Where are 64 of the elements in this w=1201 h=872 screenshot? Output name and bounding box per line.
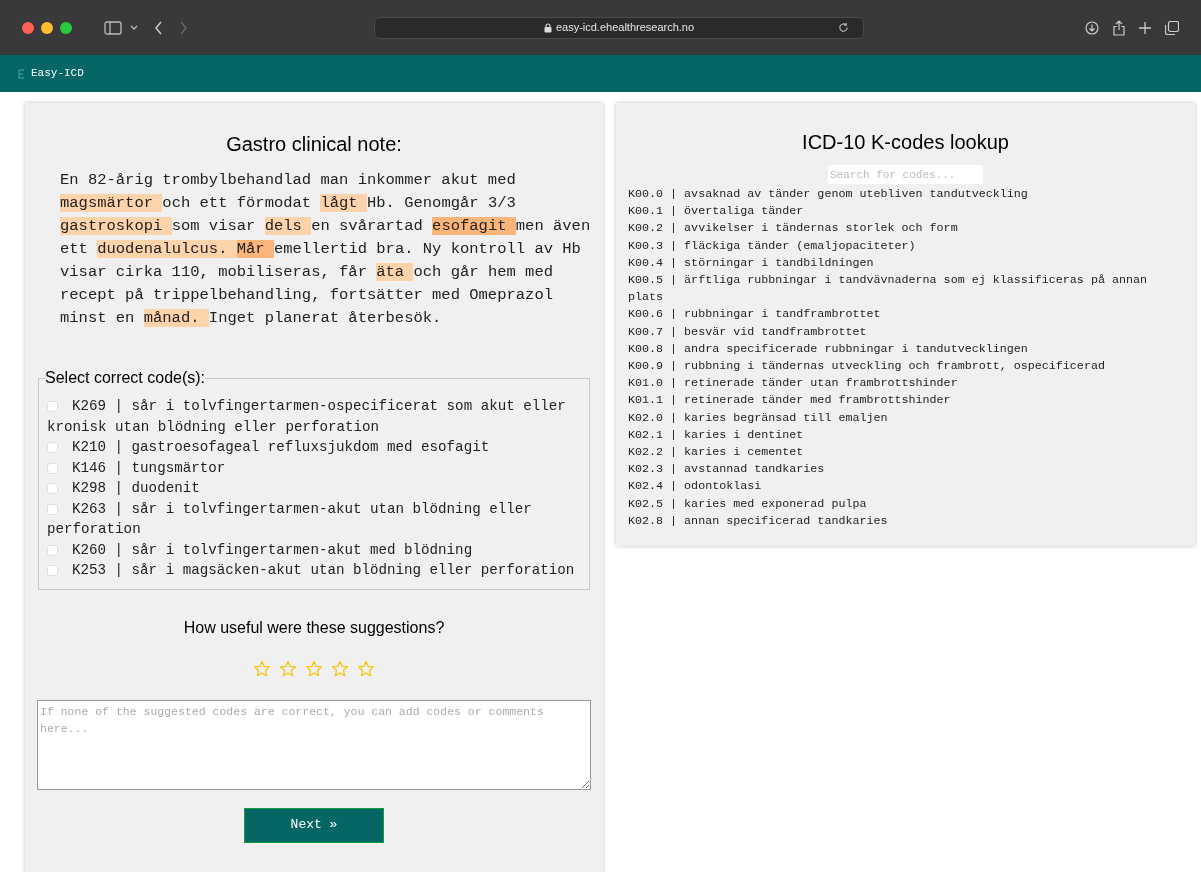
rating-prompt: How useful were these suggestions? bbox=[183, 617, 445, 638]
code-entry[interactable]: K00.5 | ärftliga rubbningar i tandvävnaderna som ej klassificeras på annan plats bbox=[628, 272, 1183, 307]
group-legend: Select correct code(s): bbox=[45, 366, 206, 390]
code-entry[interactable]: K02.0 | karies begränsad till emaljen bbox=[628, 409, 1183, 427]
plus-icon[interactable] bbox=[1139, 21, 1151, 34]
star-icon[interactable] bbox=[357, 659, 375, 678]
zoom-window-icon[interactable] bbox=[60, 21, 72, 34]
code-entry[interactable]: K00.1 | övertaliga tänder bbox=[628, 203, 1183, 221]
star-rating[interactable] bbox=[253, 659, 375, 678]
chevron-down-icon[interactable] bbox=[130, 24, 138, 31]
code-entry[interactable]: K00.6 | rubbningar i tandframbrottet bbox=[628, 306, 1183, 324]
share-icon[interactable] bbox=[1113, 19, 1125, 36]
code-entry[interactable]: K00.9 | rubbning i tändernas utveckling och frambrott, ospecificerad bbox=[628, 358, 1183, 376]
logo-icon bbox=[18, 68, 25, 79]
code-entry[interactable]: K00.3 | fläckiga tänder (emaljopaciteter) bbox=[628, 237, 1183, 255]
checkbox[interactable] bbox=[47, 401, 58, 412]
code-entry[interactable]: K02.3 | avstannad tandkaries bbox=[628, 461, 1183, 479]
code-option[interactable]: K146 | tungsmärtor bbox=[47, 457, 581, 478]
checkbox[interactable] bbox=[47, 544, 58, 556]
code-option[interactable]: K269 | sår i tolvfingertarmen-ospecificerat som akut eller kronisk utan blödning eller perforation bbox=[47, 396, 581, 437]
checkbox[interactable] bbox=[47, 483, 58, 494]
code-option[interactable]: K210 | gastroesofageal refluxsjukdom med esofagit bbox=[47, 437, 581, 458]
checkbox[interactable] bbox=[47, 503, 58, 515]
download-icon[interactable] bbox=[1085, 20, 1099, 35]
star-icon[interactable] bbox=[253, 659, 271, 678]
checkbox[interactable] bbox=[47, 565, 58, 576]
code-entry[interactable]: K02.4 | odontoklasi bbox=[628, 478, 1183, 496]
address-bar[interactable]: easy-icd.ehealthresearch.no bbox=[374, 16, 864, 39]
code-entry[interactable]: K02.1 | karies i dentinet bbox=[628, 426, 1183, 445]
code-entry[interactable]: K01.1 | retinerade tänder med frambrottshinder bbox=[628, 392, 1183, 410]
sidebar-icon[interactable] bbox=[104, 20, 122, 35]
code-option[interactable]: K253 | sår i magsäcken-akut utan blödning eller perforation bbox=[47, 560, 581, 581]
card-title: ICD-10 K-codes lookup bbox=[802, 130, 1009, 155]
code-entry[interactable]: K00.4 | störningar i tandbildningen bbox=[628, 254, 1183, 272]
code-entry[interactable]: K00.2 | avvikelser i tändernas storlek och form bbox=[628, 220, 1183, 238]
app-title: Easy-ICD bbox=[31, 66, 84, 82]
code-option[interactable]: K263 | sår i tolvfingertarmen-akut utan blödning eller perforation bbox=[47, 498, 581, 540]
lock-icon bbox=[543, 22, 552, 33]
comments-field[interactable]: If none of the suggested codes are correct, you can add codes or comments here... bbox=[37, 699, 591, 790]
star-icon[interactable] bbox=[279, 659, 297, 678]
code-entry[interactable]: K02.2 | karies i cementet bbox=[628, 444, 1183, 462]
code-entry[interactable]: K01.0 | retinerade tänder utan frambrottshinder bbox=[628, 375, 1183, 393]
minimize-window-icon[interactable] bbox=[41, 21, 53, 34]
code-option[interactable]: K298 | duodenit bbox=[47, 478, 581, 499]
star-icon[interactable] bbox=[305, 659, 323, 678]
url-text: easy-icd.ehealthresearch.no bbox=[555, 20, 695, 36]
checkbox[interactable] bbox=[47, 442, 58, 453]
search-field[interactable]: Search for codes... bbox=[828, 165, 983, 184]
close-window-icon[interactable] bbox=[22, 21, 34, 34]
code-option[interactable]: K260 | sår i tolvfingertarmen-akut med blödning bbox=[47, 539, 581, 560]
next-button[interactable]: Next » bbox=[244, 807, 384, 843]
clinical-note: En 82-årig trombylbehandlad man inkommer akut med magsmärtor och ett förmodat lågt Hb. Genomgår 3/3 gastroskopi som visar dels en svårartad esofagit men även ett duodenalulcus. Mår emellertid bra. Ny kontroll av Hb visar cirka 110, mobiliseras, får äta och går hem med recept på trippelbehandling, fortsätter med Omeprazol minst en månad. Inget planerat återbesök. bbox=[60, 170, 592, 329]
code-entry[interactable]: K00.7 | besvär vid tandframbrottet bbox=[628, 323, 1183, 341]
forward-icon[interactable] bbox=[179, 20, 188, 35]
code-entry[interactable]: K02.8 | annan specificerad tandkaries bbox=[628, 512, 1183, 531]
code-entry[interactable]: K02.5 | karies med exponerad pulpa bbox=[628, 495, 1183, 513]
code-entry[interactable]: K00.8 | andra specificerade rubbningar i tandutvecklingen bbox=[628, 340, 1183, 359]
code-entry[interactable]: K00.0 | avsaknad av tänder genom utebliven tandutveckling bbox=[628, 186, 1183, 204]
checkbox[interactable] bbox=[47, 462, 58, 474]
star-icon[interactable] bbox=[331, 659, 349, 678]
reload-icon[interactable] bbox=[838, 22, 849, 33]
card-title: Gastro clinical note: bbox=[226, 132, 402, 157]
back-icon[interactable] bbox=[154, 20, 163, 35]
tabs-icon[interactable] bbox=[1165, 20, 1179, 35]
